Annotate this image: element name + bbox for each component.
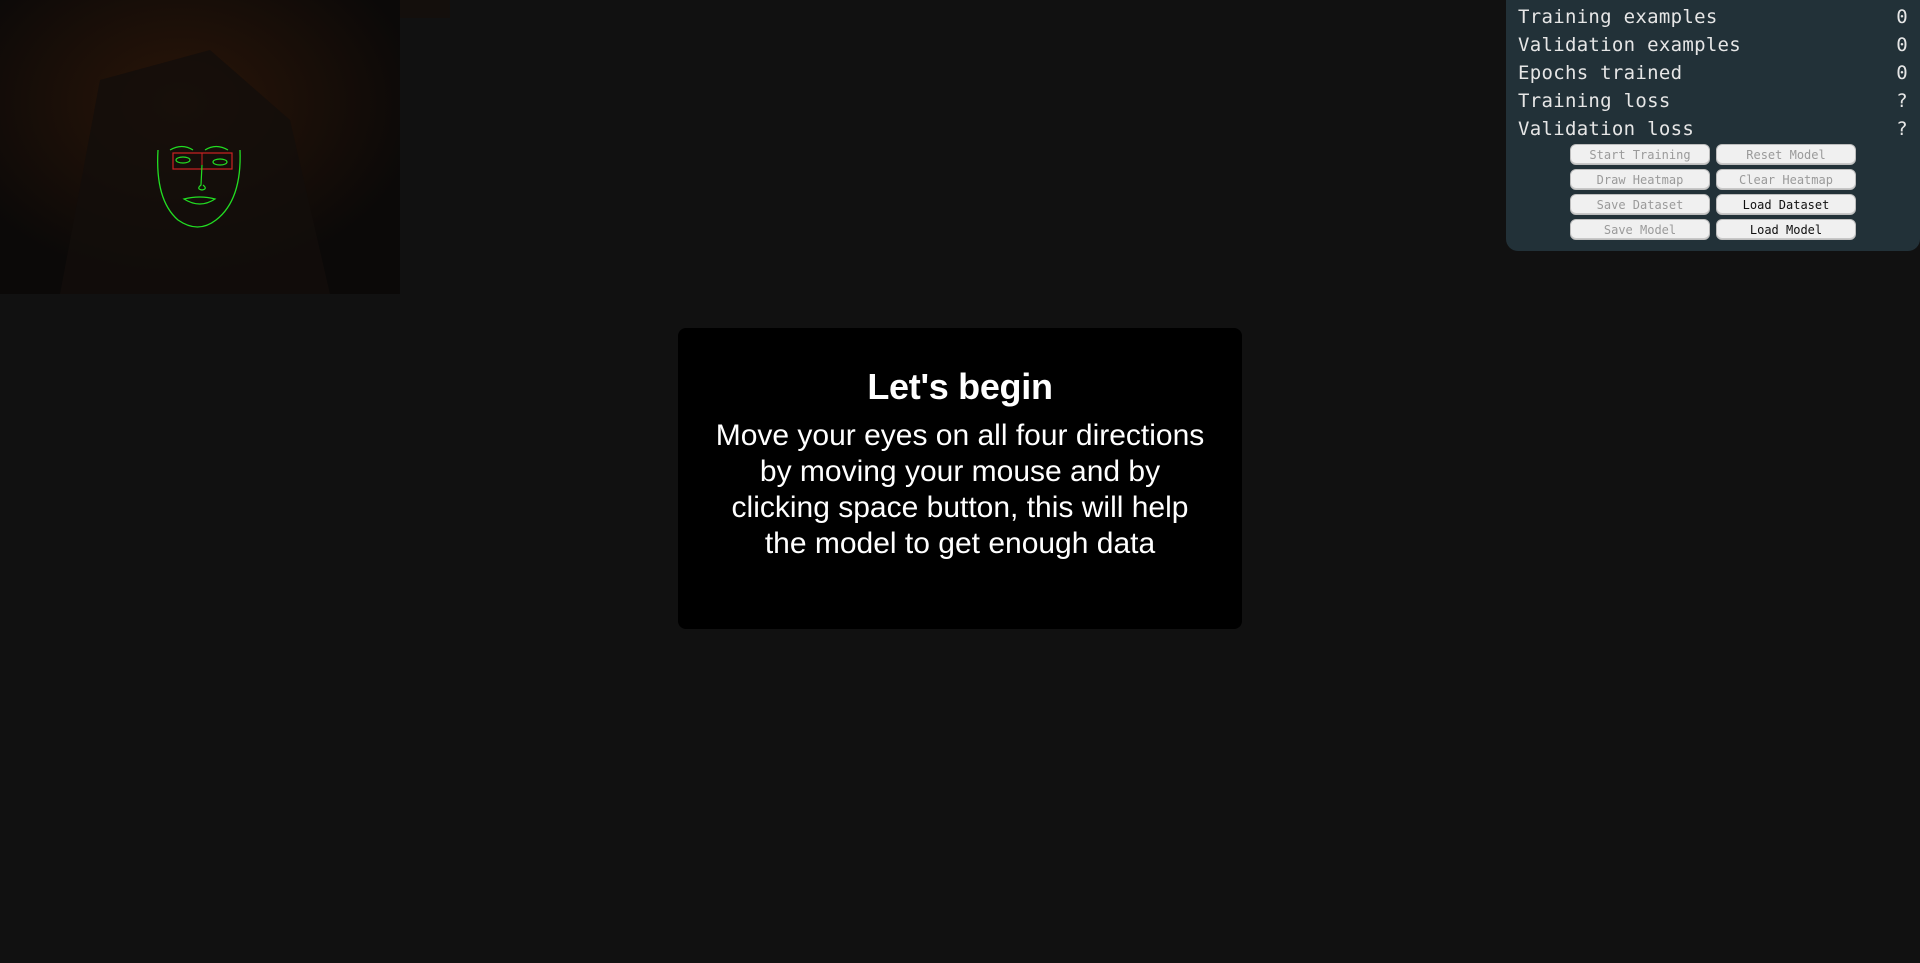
modal-title: Let's begin: [867, 366, 1053, 407]
save-dataset-button[interactable]: Save Dataset: [1570, 194, 1710, 215]
instruction-modal: Let's begin Move your eyes on all four d…: [678, 328, 1242, 629]
load-dataset-button[interactable]: Load Dataset: [1716, 194, 1856, 215]
modal-body: Move your eyes on all four directions by…: [715, 419, 1205, 560]
reset-model-button[interactable]: Reset Model: [1716, 144, 1856, 165]
app-root: Training examples 0 Validation examples …: [0, 0, 1920, 963]
clear-heatmap-button[interactable]: Clear Heatmap: [1716, 169, 1856, 190]
stat-label: Validation loss: [1518, 118, 1695, 140]
load-model-button[interactable]: Load Model: [1716, 219, 1856, 240]
webcam-edge: [400, 0, 450, 18]
stat-epochs-trained: Epochs trained 0: [1518, 59, 1908, 87]
stat-label: Training loss: [1518, 90, 1671, 112]
draw-heatmap-button[interactable]: Draw Heatmap: [1570, 169, 1710, 190]
stat-value: 0: [1896, 62, 1908, 84]
stat-validation-examples: Validation examples 0: [1518, 31, 1908, 59]
stat-value: 0: [1896, 6, 1908, 28]
stat-training-examples: Training examples 0: [1518, 3, 1908, 31]
webcam-preview: [0, 0, 400, 294]
stat-label: Epochs trained: [1518, 62, 1683, 84]
stat-value: 0: [1896, 34, 1908, 56]
stat-label: Training examples: [1518, 6, 1718, 28]
control-buttons: Start Training Reset Model Draw Heatmap …: [1570, 144, 1856, 240]
stat-training-loss: Training loss ?: [1518, 87, 1908, 115]
face-tracking-overlay: [0, 0, 400, 294]
start-training-button[interactable]: Start Training: [1570, 144, 1710, 165]
training-stats-panel: Training examples 0 Validation examples …: [1506, 0, 1920, 251]
stat-label: Validation examples: [1518, 34, 1742, 56]
save-model-button[interactable]: Save Model: [1570, 219, 1710, 240]
stat-value: ?: [1896, 90, 1908, 112]
stat-validation-loss: Validation loss ?: [1518, 115, 1908, 143]
stat-value: ?: [1896, 118, 1908, 140]
